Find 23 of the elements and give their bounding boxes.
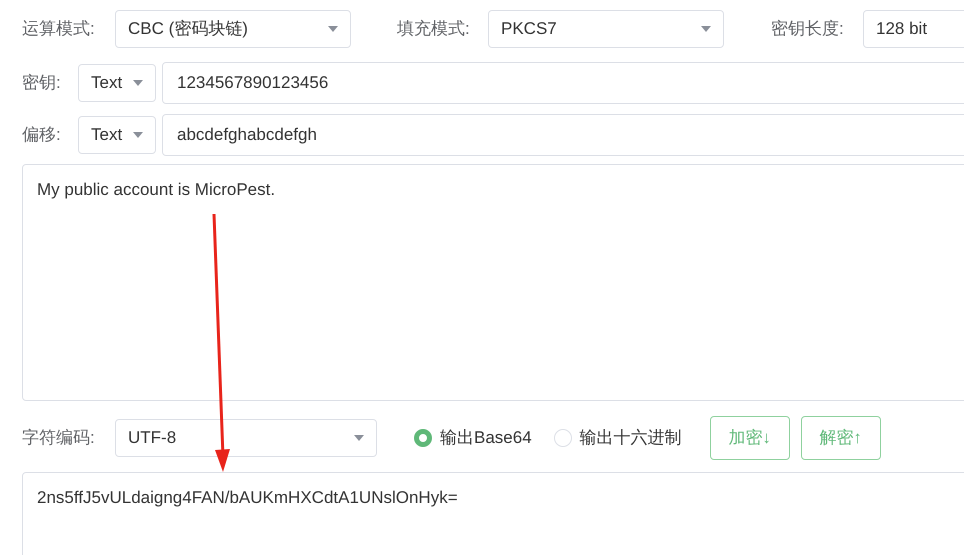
input-text-area[interactable]: My public account is MicroPest. <box>22 164 964 401</box>
field-label: 运算模式: <box>22 18 96 40</box>
field-label: 偏移: <box>22 124 62 146</box>
field-label: 密钥: <box>22 72 62 94</box>
iv-format-select[interactable]: Text <box>78 116 156 154</box>
caret-icon <box>354 435 364 441</box>
radio-option[interactable]: 输出Base64 <box>414 425 532 451</box>
mode-select[interactable]: CBC (密码块链) <box>115 10 351 48</box>
iv-field[interactable]: abcdefghabcdefgh <box>162 114 964 156</box>
key-length-select[interactable]: 128 bit <box>863 10 964 48</box>
key-field[interactable]: 1234567890123456 <box>162 62 964 104</box>
caret-icon <box>133 132 143 138</box>
field-label: 填充模式: <box>397 18 471 40</box>
encoding-select[interactable]: UTF-8 <box>115 419 377 457</box>
key-format-select[interactable]: Text <box>78 64 156 102</box>
field-label: 字符编码: <box>22 427 96 450</box>
padding-select[interactable]: PKCS7 <box>488 10 724 48</box>
caret-icon <box>701 26 711 32</box>
caret-icon <box>328 26 338 32</box>
field-label: 密钥长度: <box>771 18 845 40</box>
radio-option[interactable]: 输出十六进制 <box>554 425 682 451</box>
caret-icon <box>133 80 143 86</box>
output-text-area[interactable]: 2ns5ffJ5vULdaigng4FAN/bAUKmHXCdtA1UNslOnHyk= <box>22 472 964 555</box>
